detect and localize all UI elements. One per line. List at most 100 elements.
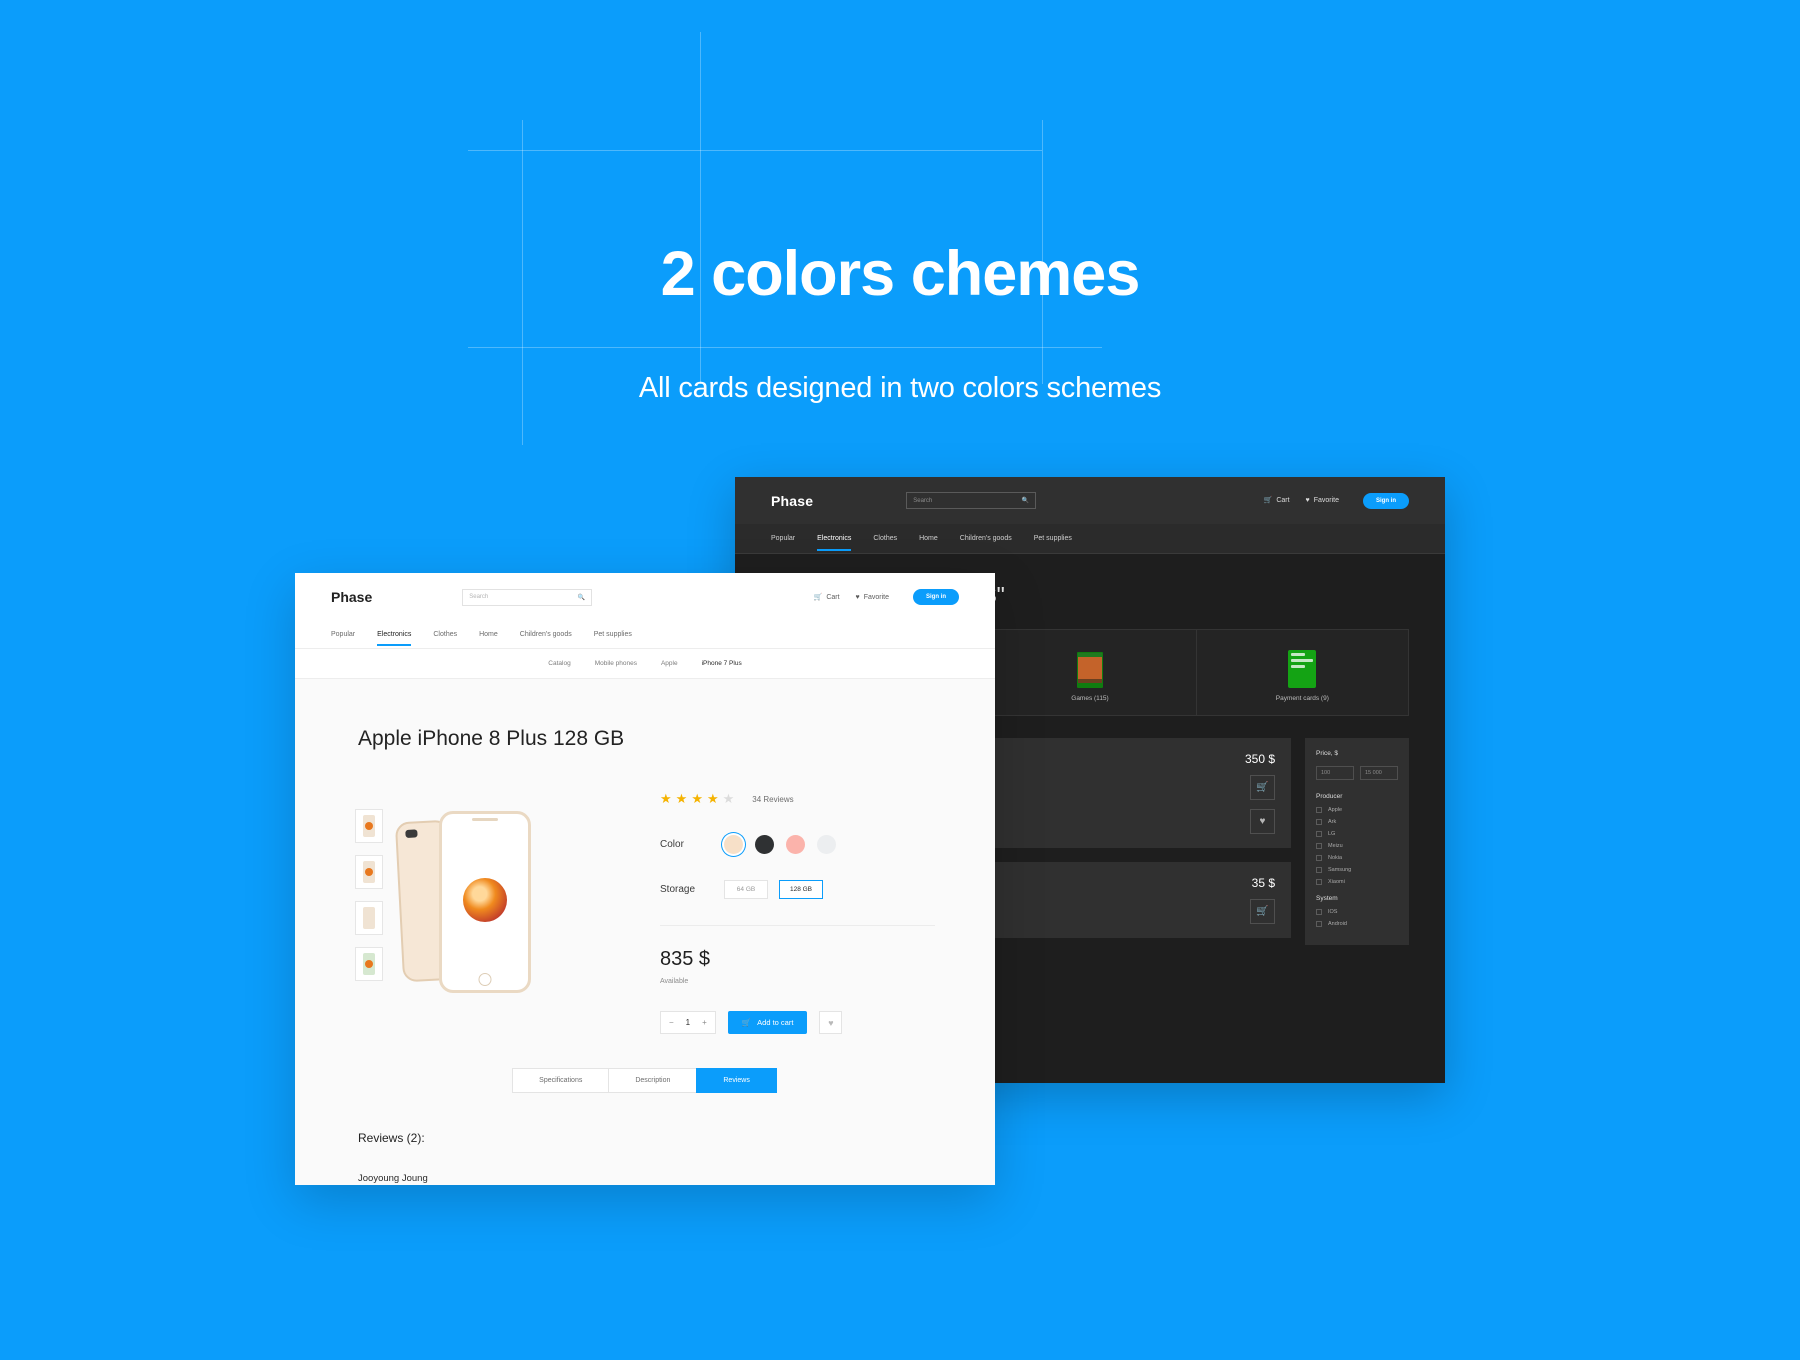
dark-favorite-label: Favorite xyxy=(1313,497,1339,504)
checkbox-icon[interactable] xyxy=(1316,909,1322,915)
breadcrumb-item-catalog[interactable]: Catalog xyxy=(548,660,570,667)
dark-add-to-favorites-button[interactable]: ♥ xyxy=(1250,809,1275,834)
add-to-cart-button[interactable]: 🛒 Add to cart xyxy=(727,1011,808,1034)
dark-product-price: 350 $ xyxy=(1244,752,1275,766)
checkbox-icon[interactable] xyxy=(1316,855,1322,861)
dark-add-to-cart-button[interactable]: 🛒 xyxy=(1250,775,1275,800)
dark-nav: Popular Electronics Clothes Home Childre… xyxy=(735,524,1445,554)
filter-producer-xiaomi[interactable]: Xiaomi xyxy=(1316,879,1398,885)
dark-nav-item-pet-supplies[interactable]: Pet supplies xyxy=(1034,526,1072,551)
filter-producer-nokia[interactable]: Nokia xyxy=(1316,855,1398,861)
purchase-controls: − 1 + 🛒 Add to cart ♥ xyxy=(660,1011,935,1034)
light-search-input[interactable]: Search 🔍 xyxy=(462,588,593,606)
page-subtitle: All cards designed in two colors schemes xyxy=(638,372,1162,404)
quantity-stepper[interactable]: − 1 + xyxy=(660,1011,716,1034)
checkbox-icon[interactable] xyxy=(1316,867,1322,873)
checkbox-icon[interactable] xyxy=(1316,843,1322,849)
light-cart-link[interactable]: 🛒 Cart xyxy=(814,594,840,601)
dark-cart-link[interactable]: 🛒 Cart xyxy=(1264,497,1290,504)
product-detail-row: ★ ★ ★ ★ ★ 34 Reviews Color Storage 64 GB… xyxy=(295,751,995,1034)
cart-icon: 🛒 xyxy=(1263,497,1273,504)
add-to-favorites-button[interactable]: ♥ xyxy=(819,1011,843,1034)
product-main-image[interactable] xyxy=(394,803,559,1003)
dark-search-placeholder: Search xyxy=(913,497,933,504)
search-icon[interactable]: 🔍 xyxy=(578,594,585,601)
light-nav-item-electronics[interactable]: Electronics xyxy=(377,623,412,646)
tab-specifications[interactable]: Specifications xyxy=(512,1068,610,1093)
checkbox-icon[interactable] xyxy=(1316,921,1322,927)
checkbox-icon[interactable] xyxy=(1316,819,1322,825)
filter-price-min-input[interactable]: 100 xyxy=(1316,766,1354,780)
filter-system-android[interactable]: Android xyxy=(1316,921,1398,927)
dark-add-to-cart-button[interactable]: 🛒 xyxy=(1250,899,1275,924)
filter-system-ios[interactable]: IOS xyxy=(1316,909,1398,915)
dark-nav-item-home[interactable]: Home xyxy=(919,526,938,551)
cart-icon: 🛒 xyxy=(813,593,823,601)
color-swatch-silver[interactable] xyxy=(817,835,836,854)
filter-producer-samsung[interactable]: Samsung xyxy=(1316,867,1398,873)
filter-label: Ark xyxy=(1328,819,1337,825)
filter-producer-lg[interactable]: LG xyxy=(1316,831,1398,837)
quantity-increment-button[interactable]: + xyxy=(694,1018,715,1027)
light-nav-item-childrens-goods[interactable]: Children's goods xyxy=(520,623,572,646)
dark-search-input[interactable]: Search 🔍 xyxy=(906,492,1037,509)
heart-icon: ♥ xyxy=(828,1017,834,1028)
quantity-decrement-button[interactable]: − xyxy=(661,1018,682,1027)
light-topbar: Phase Search 🔍 🛒 Cart ♥ Favorite Sign in xyxy=(295,573,995,621)
checkbox-icon[interactable] xyxy=(1316,807,1322,813)
breadcrumb-item-apple[interactable]: Apple xyxy=(661,660,678,667)
dark-nav-item-popular[interactable]: Popular xyxy=(771,526,795,551)
dark-logo[interactable]: Phase xyxy=(771,493,813,509)
heart-icon: ♥ xyxy=(1259,816,1266,827)
color-swatch-space-gray[interactable] xyxy=(755,835,774,854)
light-signin-button[interactable]: Sign in xyxy=(913,589,959,605)
breadcrumb: Catalog Mobile phones Apple iPhone 7 Plu… xyxy=(295,649,995,679)
grid-guide-v2 xyxy=(700,32,701,384)
storage-option-64gb[interactable]: 64 GB xyxy=(724,880,768,899)
checkbox-icon[interactable] xyxy=(1316,831,1322,837)
light-nav-item-clothes[interactable]: Clothes xyxy=(433,623,457,646)
filter-label: LG xyxy=(1328,831,1336,837)
filter-producer-meizu[interactable]: Meizu xyxy=(1316,843,1398,849)
storage-option-128gb[interactable]: 128 GB xyxy=(779,880,823,899)
dark-nav-item-childrens-goods[interactable]: Children's goods xyxy=(960,526,1012,551)
page-root: 2 colors chemes All cards designed in tw… xyxy=(0,0,1800,1360)
dark-nav-item-clothes[interactable]: Clothes xyxy=(873,526,897,551)
filter-producer-apple[interactable]: Apple xyxy=(1316,807,1398,813)
tab-description[interactable]: Description xyxy=(608,1068,698,1093)
gallery-thumb[interactable] xyxy=(355,901,383,935)
dark-tile-games[interactable]: Games (115) xyxy=(984,630,1197,716)
dark-tile-games-label: Games (115) xyxy=(1071,694,1109,702)
light-nav-item-popular[interactable]: Popular xyxy=(331,623,355,646)
dark-nav-item-electronics[interactable]: Electronics xyxy=(817,526,852,551)
search-icon[interactable]: 🔍 xyxy=(1022,497,1029,504)
dark-signin-button[interactable]: Sign in xyxy=(1363,492,1409,509)
gallery-thumb[interactable] xyxy=(355,855,383,889)
light-favorite-link[interactable]: ♥ Favorite xyxy=(856,594,889,601)
filter-producer-title: Producer xyxy=(1316,793,1343,800)
light-logo[interactable]: Phase xyxy=(331,589,372,605)
product-reviews-count[interactable]: 34 Reviews xyxy=(752,795,793,804)
light-nav: Popular Electronics Clothes Home Childre… xyxy=(295,621,995,649)
checkbox-icon[interactable] xyxy=(1316,879,1322,885)
color-swatch-rose[interactable] xyxy=(786,835,805,854)
filter-system-title: System xyxy=(1316,895,1338,902)
tab-reviews[interactable]: Reviews xyxy=(696,1068,777,1093)
gallery-thumb[interactable] xyxy=(355,809,383,843)
light-nav-item-pet-supplies[interactable]: Pet supplies xyxy=(594,623,632,646)
dark-tile-payment-cards[interactable]: Payment cards (9) xyxy=(1196,630,1409,716)
breadcrumb-item-iphone-7-plus[interactable]: iPhone 7 Plus xyxy=(702,660,742,667)
product-title: Apple iPhone 8 Plus 128 GB xyxy=(358,727,625,750)
quantity-value: 1 xyxy=(685,1018,691,1027)
filter-price-range: 100 15 000 xyxy=(1316,766,1398,780)
filter-producer-ark[interactable]: Ark xyxy=(1316,819,1398,825)
color-selector: Color xyxy=(660,835,935,854)
dark-favorite-link[interactable]: ♥ Favorite xyxy=(1306,497,1339,504)
filter-price-max-input[interactable]: 15 000 xyxy=(1360,766,1398,780)
light-nav-item-home[interactable]: Home xyxy=(479,623,498,646)
breadcrumb-item-mobile-phones[interactable]: Mobile phones xyxy=(595,660,637,667)
filter-price-title: Price, $ xyxy=(1316,750,1339,757)
gallery-thumb[interactable] xyxy=(355,947,383,981)
filter-label: Nokia xyxy=(1328,855,1343,861)
color-swatch-gold[interactable] xyxy=(724,835,743,854)
